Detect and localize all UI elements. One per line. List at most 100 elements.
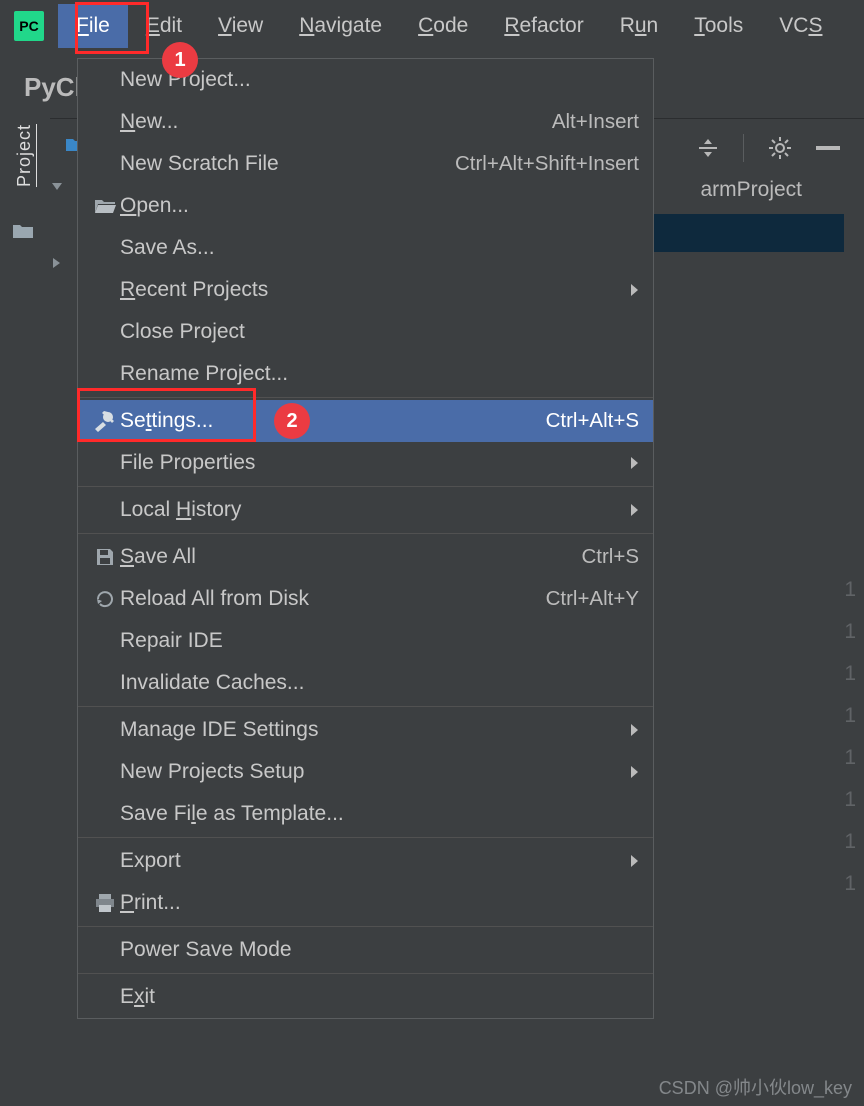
menu-code[interactable]: Code	[400, 4, 486, 48]
menu-item-recent-projects[interactable]: Recent Projects	[78, 269, 653, 311]
divider	[743, 134, 744, 162]
menu-item-export[interactable]: Export	[78, 840, 653, 882]
menu-item-open[interactable]: Open...	[78, 185, 653, 227]
gutter-line-number: 1	[844, 620, 856, 644]
menu-item-label: Rename Project...	[120, 362, 639, 386]
menu-item-shortcut: Ctrl+Alt+Shift+Insert	[455, 152, 639, 176]
menu-item-new-scratch-file[interactable]: New Scratch FileCtrl+Alt+Shift+Insert	[78, 143, 653, 185]
tree-expander-2[interactable]	[50, 256, 64, 270]
annotation-badge-1: 1	[162, 42, 198, 78]
menu-item-manage-ide-settings[interactable]: Manage IDE Settings	[78, 709, 653, 751]
menu-item-exit[interactable]: Exit	[78, 976, 653, 1018]
open-icon	[90, 197, 120, 215]
file-menu-dropdown: New Project...New...Alt+InsertNew Scratc…	[77, 58, 654, 1019]
tool-panel-actions	[654, 118, 864, 178]
wrench-icon	[90, 410, 120, 432]
menu-item-label: New Projects Setup	[120, 760, 623, 784]
menu-item-shortcut: Ctrl+S	[581, 545, 639, 569]
menu-item-save-file-as-template[interactable]: Save File as Template...	[78, 793, 653, 835]
chevron-right-icon	[629, 456, 639, 470]
menu-view[interactable]: View	[200, 4, 281, 48]
menu-item-label: Print...	[120, 891, 639, 915]
menu-item-label: Reload All from Disk	[120, 587, 546, 611]
menu-separator	[78, 533, 653, 534]
menu-item-save-all[interactable]: Save AllCtrl+S	[78, 536, 653, 578]
project-sidebar: Project	[0, 118, 50, 318]
menu-item-reload-all-from-disk[interactable]: Reload All from DiskCtrl+Alt+Y	[78, 578, 653, 620]
menu-item-label: New...	[120, 110, 552, 134]
gear-icon[interactable]	[768, 136, 792, 160]
selected-file-row[interactable]	[654, 214, 844, 252]
gutter-line-number: 1	[844, 578, 856, 602]
menu-vcs[interactable]: VCS	[761, 4, 840, 48]
menu-item-new[interactable]: New...Alt+Insert	[78, 101, 653, 143]
chevron-right-icon	[629, 283, 639, 297]
app-icon: PC	[14, 11, 44, 41]
menu-item-power-save-mode[interactable]: Power Save Mode	[78, 929, 653, 971]
menu-item-label: New Project...	[120, 68, 639, 92]
folder-icon[interactable]	[12, 222, 34, 240]
menu-run[interactable]: Run	[602, 4, 677, 48]
gutter-line-number: 1	[844, 872, 856, 896]
menu-separator	[78, 926, 653, 927]
menu-separator	[78, 397, 653, 398]
menu-item-print[interactable]: Print...	[78, 882, 653, 924]
gutter-line-number: 1	[844, 662, 856, 686]
menu-item-label: Manage IDE Settings	[120, 718, 623, 742]
menu-tools[interactable]: Tools	[676, 4, 761, 48]
menubar: PC FileEditViewNavigateCodeRefactorRunTo…	[0, 0, 864, 52]
collapse-icon[interactable]	[697, 137, 719, 159]
save-icon	[90, 547, 120, 567]
watermark: CSDN @帅小伙low_key	[659, 1074, 852, 1100]
menu-separator	[78, 486, 653, 487]
gutter-line-number: 1	[844, 788, 856, 812]
menu-edit[interactable]: Edit	[128, 4, 200, 48]
reload-icon	[90, 589, 120, 609]
menu-item-shortcut: Ctrl+Alt+Y	[546, 587, 639, 611]
menu-item-label: Close Project	[120, 320, 639, 344]
minimize-panel-icon[interactable]	[816, 146, 840, 150]
project-tool-label[interactable]: Project	[14, 124, 35, 187]
menu-item-shortcut: Ctrl+Alt+S	[546, 409, 639, 433]
menu-item-label: Export	[120, 849, 623, 873]
menu-file[interactable]: File	[58, 4, 128, 48]
menu-item-label: Invalidate Caches...	[120, 671, 639, 695]
menu-item-save-as[interactable]: Save As...	[78, 227, 653, 269]
menu-navigate[interactable]: Navigate	[281, 4, 400, 48]
menu-item-invalidate-caches[interactable]: Invalidate Caches...	[78, 662, 653, 704]
editor-gutter: 1 1 1 1 1 1 1 1	[834, 578, 856, 896]
annotation-badge-2: 2	[274, 403, 310, 439]
menu-item-label: Save All	[120, 545, 581, 569]
menu-item-label: Settings...	[120, 409, 546, 433]
menu-separator	[78, 706, 653, 707]
menu-separator	[78, 973, 653, 974]
print-icon	[90, 893, 120, 913]
gutter-line-number: 1	[844, 746, 856, 770]
menu-separator	[78, 837, 653, 838]
menu-item-file-properties[interactable]: File Properties	[78, 442, 653, 484]
menu-item-close-project[interactable]: Close Project	[78, 311, 653, 353]
menu-refactor[interactable]: Refactor	[486, 4, 601, 48]
menu-item-settings[interactable]: Settings...Ctrl+Alt+S	[78, 400, 653, 442]
chevron-right-icon	[629, 503, 639, 517]
gutter-line-number: 1	[844, 830, 856, 854]
menu-item-label: Local History	[120, 498, 623, 522]
menu-item-repair-ide[interactable]: Repair IDE	[78, 620, 653, 662]
menu-item-label: File Properties	[120, 451, 623, 475]
chevron-right-icon	[629, 723, 639, 737]
menu-item-label: Power Save Mode	[120, 938, 639, 962]
menu-item-rename-project[interactable]: Rename Project...	[78, 353, 653, 395]
menu-item-new-projects-setup[interactable]: New Projects Setup	[78, 751, 653, 793]
tree-expander-1[interactable]	[50, 180, 64, 194]
menu-item-label: Recent Projects	[120, 278, 623, 302]
menu-item-label: Open...	[120, 194, 639, 218]
chevron-right-icon	[629, 765, 639, 779]
menu-item-label: Exit	[120, 985, 639, 1009]
menu-item-label: Save File as Template...	[120, 802, 639, 826]
path-fragment: armProject	[700, 178, 802, 202]
chevron-right-icon	[629, 854, 639, 868]
menu-item-label: New Scratch File	[120, 152, 455, 176]
gutter-line-number: 1	[844, 704, 856, 728]
menu-item-label: Save As...	[120, 236, 639, 260]
menu-item-local-history[interactable]: Local History	[78, 489, 653, 531]
